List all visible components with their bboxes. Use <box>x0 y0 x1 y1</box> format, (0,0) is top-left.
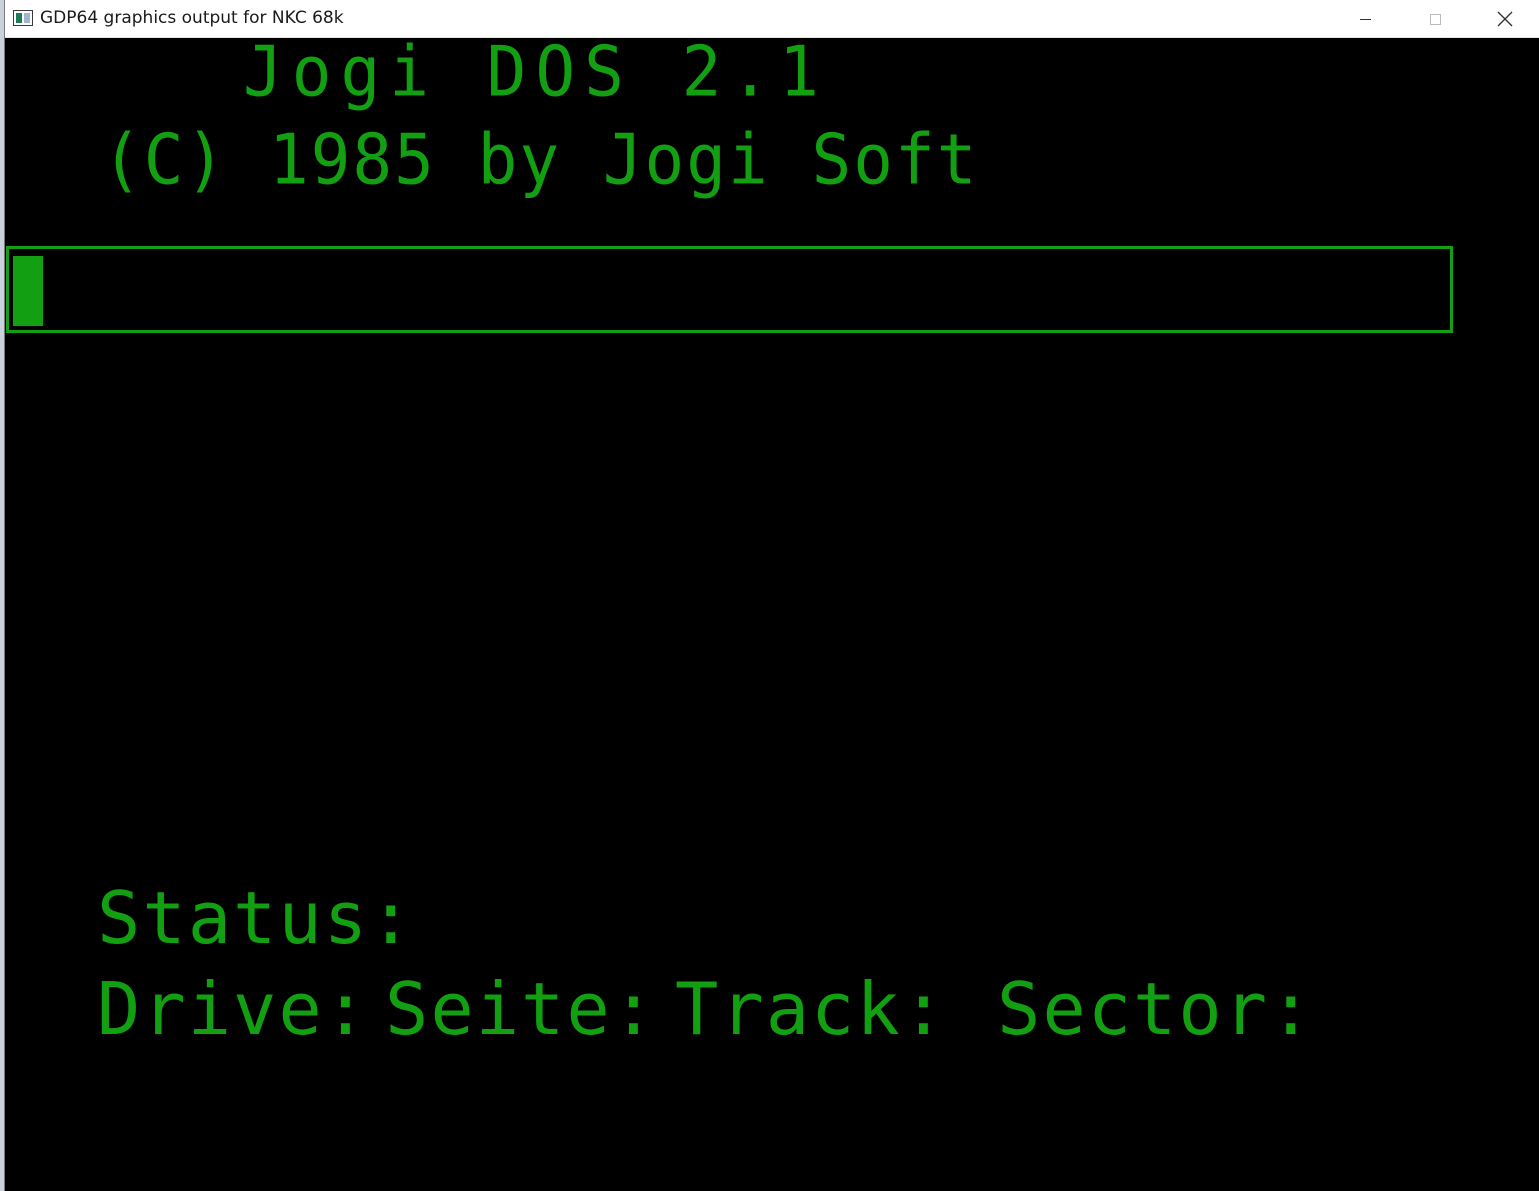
os-title: Jogi DOS 2.1 <box>243 38 828 113</box>
text-cursor <box>13 256 43 326</box>
app-window-icon <box>13 10 33 26</box>
sector-label: Sector: <box>997 967 1315 1051</box>
command-input[interactable] <box>6 246 1453 333</box>
seite-label: Seite: <box>385 967 658 1051</box>
title-bar[interactable]: GDP64 graphics output for NKC 68k <box>5 0 1539 38</box>
app-window: GDP64 graphics output for NKC 68k Jogi D… <box>4 0 1539 1191</box>
drive-label: Drive: <box>97 967 370 1051</box>
close-icon <box>1497 11 1513 27</box>
copyright-text: (C) 1985 by Jogi Soft <box>102 119 979 201</box>
status-label: Status: <box>97 876 415 960</box>
window-title: GDP64 graphics output for NKC 68k <box>40 8 344 28</box>
graphics-screen[interactable]: Jogi DOS 2.1 (C) 1985 by Jogi Soft Statu… <box>5 38 1539 1191</box>
minimize-button[interactable] <box>1330 0 1400 38</box>
track-label: Track: <box>675 967 948 1051</box>
maximize-button[interactable] <box>1400 0 1470 38</box>
minimize-icon <box>1359 18 1371 20</box>
maximize-icon <box>1429 13 1441 25</box>
close-button[interactable] <box>1470 0 1539 38</box>
